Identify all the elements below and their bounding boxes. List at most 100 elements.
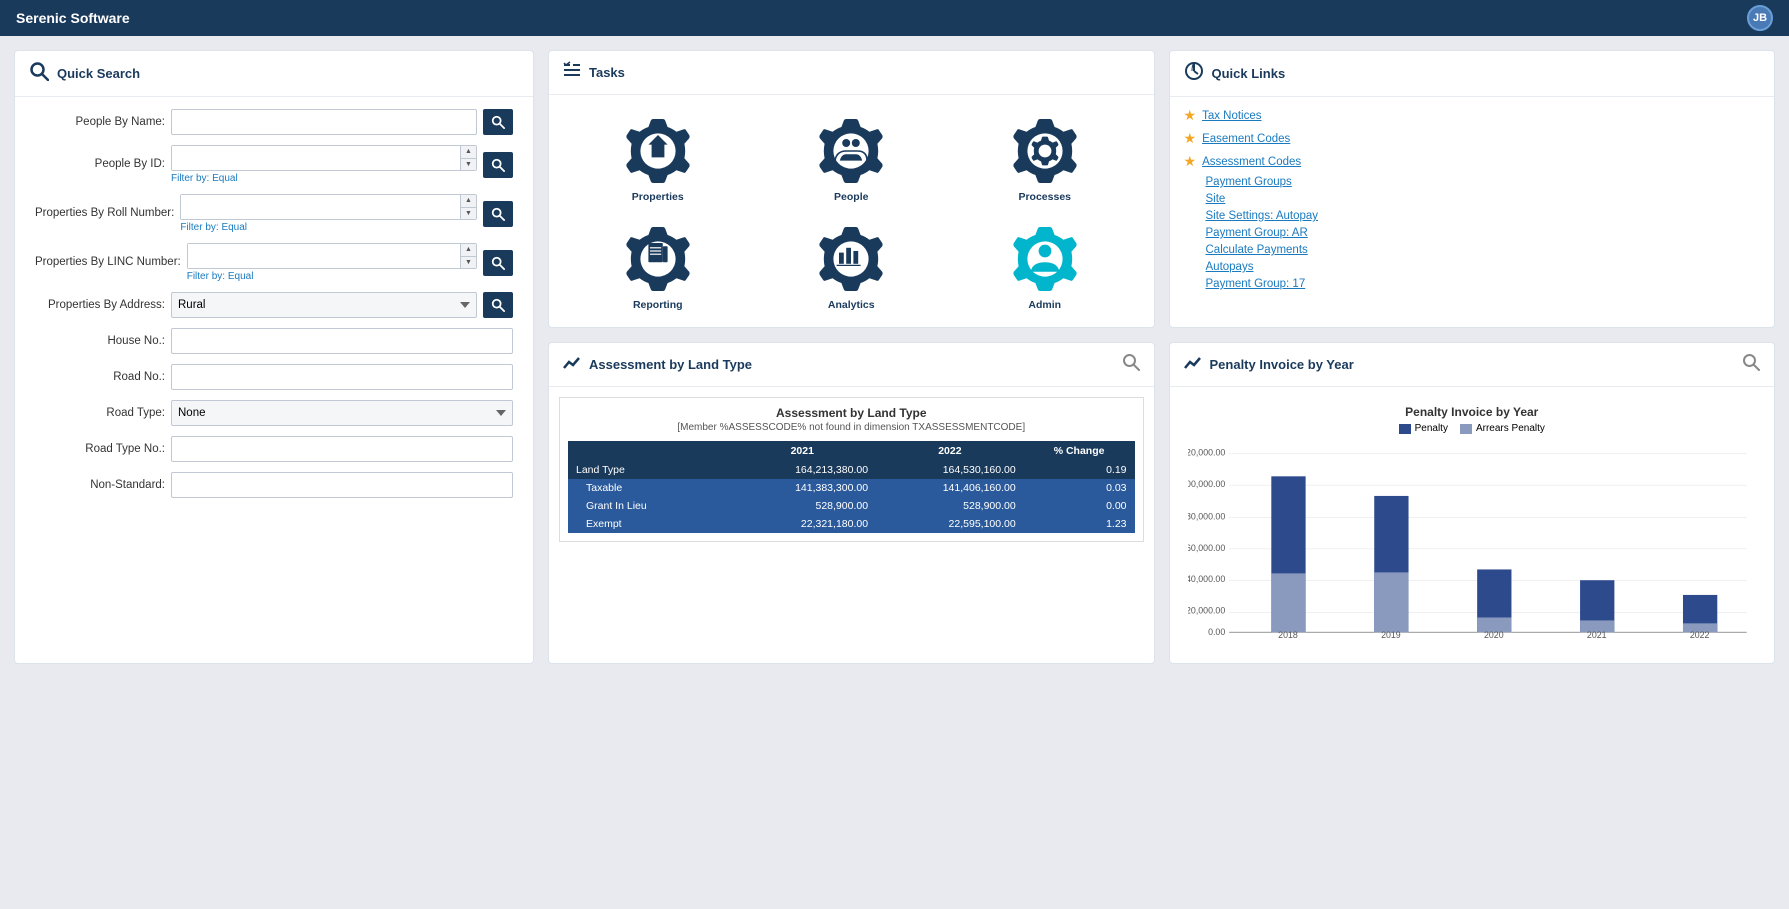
penalty-chart-heading: Penalty Invoice by Year xyxy=(1188,405,1757,419)
task-admin[interactable]: Admin xyxy=(956,219,1134,311)
house-no-label: House No.: xyxy=(35,334,165,349)
user-avatar[interactable]: JB xyxy=(1747,5,1773,31)
assessment-row-change: 0.00 xyxy=(1024,497,1135,515)
bar-label-2021: 2021 xyxy=(1586,630,1606,640)
tax-notices-link[interactable]: Tax Notices xyxy=(1202,110,1261,122)
assessment-row-2021: 164,213,380.00 xyxy=(728,461,876,479)
assessment-row-2022: 528,900.00 xyxy=(876,497,1024,515)
penalty-chart-title: Penalty Invoice by Year xyxy=(1210,357,1354,372)
assessment-search-icon[interactable] xyxy=(1122,353,1140,376)
quick-link-easement-codes[interactable]: ★ Easement Codes xyxy=(1184,130,1761,147)
properties-by-linc-row: Properties By LINC Number: ▲ ▼ Filter by… xyxy=(35,243,513,282)
quick-link-tax-notices[interactable]: ★ Tax Notices xyxy=(1184,107,1761,124)
properties-by-address-select[interactable]: Rural Urban xyxy=(171,292,477,318)
legend-arrears-color xyxy=(1460,424,1472,434)
assessment-row-2022: 22,595,100.00 xyxy=(876,515,1024,533)
road-no-input[interactable] xyxy=(171,364,513,390)
task-processes-label: Processes xyxy=(1018,191,1071,203)
quick-links-panel: Quick Links ★ Tax Notices ★ Easement Cod… xyxy=(1169,50,1776,328)
people-by-id-filter-link[interactable]: Filter by: Equal xyxy=(171,173,477,184)
task-processes[interactable]: Processes xyxy=(956,111,1134,203)
assessment-chart-icon xyxy=(563,354,581,375)
search-icon xyxy=(29,61,49,86)
assessment-row-2022: 164,530,160.00 xyxy=(876,461,1024,479)
assessment-table-container: Assessment by Land Type [Member %ASSESSC… xyxy=(559,397,1144,542)
tasks-header: Tasks xyxy=(549,51,1154,95)
properties-by-linc-input[interactable] xyxy=(188,244,460,268)
tasks-title: Tasks xyxy=(589,65,625,80)
road-type-no-input[interactable] xyxy=(171,436,513,462)
autopays-link[interactable]: Autopays xyxy=(1206,261,1761,273)
task-properties[interactable]: Properties xyxy=(569,111,747,203)
tasks-body: Properties People xyxy=(549,95,1154,327)
road-no-row: Road No.: xyxy=(35,364,513,390)
task-reporting[interactable]: Reporting xyxy=(569,219,747,311)
properties-by-linc-search-button[interactable] xyxy=(483,250,513,276)
bar-2018-arrears xyxy=(1271,573,1305,632)
site-settings-link[interactable]: Site Settings: Autopay xyxy=(1206,210,1761,222)
payment-group-17-link[interactable]: Payment Group: 17 xyxy=(1206,278,1761,290)
assessment-table-title: Assessment by Land Type xyxy=(568,406,1135,420)
quick-link-assessment-codes[interactable]: ★ Assessment Codes xyxy=(1184,153,1761,170)
penalty-bar-chart: 120,000.00 100,000.00 80,000.00 60,000.0… xyxy=(1188,442,1757,642)
task-analytics[interactable]: Analytics xyxy=(763,219,941,311)
penalty-legend: Penalty Arrears Penalty xyxy=(1188,423,1757,434)
assessment-row-label: Taxable xyxy=(568,479,728,497)
task-people-label: People xyxy=(834,191,868,203)
quick-search-body: People By Name: People By ID: ▲ ▼ xyxy=(15,97,533,520)
assessment-row-2021: 22,321,180.00 xyxy=(728,515,876,533)
people-by-name-input[interactable] xyxy=(171,109,477,135)
properties-by-address-row: Properties By Address: Rural Urban xyxy=(35,292,513,318)
properties-by-linc-spin-down[interactable]: ▼ xyxy=(461,257,476,269)
properties-by-address-search-button[interactable] xyxy=(483,292,513,318)
non-standard-label: Non-Standard: xyxy=(35,478,165,493)
quick-search-panel: Quick Search People By Name: People By I… xyxy=(14,50,534,664)
people-by-name-search-button[interactable] xyxy=(483,109,513,135)
assessment-row-change: 1.23 xyxy=(1024,515,1135,533)
task-people[interactable]: People xyxy=(763,111,941,203)
col-header-change: % Change xyxy=(1024,441,1135,461)
payment-groups-link[interactable]: Payment Groups xyxy=(1206,176,1761,188)
easement-codes-link[interactable]: Easement Codes xyxy=(1202,133,1290,145)
properties-by-roll-spin-up[interactable]: ▲ xyxy=(461,195,476,208)
properties-by-roll-filter-link[interactable]: Filter by: Equal xyxy=(180,222,477,233)
bar-label-2018: 2018 xyxy=(1278,630,1298,640)
svg-text:0.00: 0.00 xyxy=(1208,627,1225,637)
properties-by-roll-spinbox: ▲ ▼ xyxy=(180,194,477,220)
quick-links-title: Quick Links xyxy=(1212,66,1286,81)
col-header-label xyxy=(568,441,728,461)
site-link[interactable]: Site xyxy=(1206,193,1761,205)
people-by-id-spinbox: ▲ ▼ xyxy=(171,145,477,171)
task-properties-label: Properties xyxy=(632,191,684,203)
people-by-id-input[interactable] xyxy=(172,146,460,170)
penalty-search-icon[interactable] xyxy=(1742,353,1760,376)
house-no-input[interactable] xyxy=(171,328,513,354)
properties-by-roll-search-button[interactable] xyxy=(483,201,513,227)
calculate-payments-link[interactable]: Calculate Payments xyxy=(1206,244,1761,256)
properties-by-roll-label: Properties By Roll Number: xyxy=(35,206,174,221)
penalty-panel-header: Penalty Invoice by Year xyxy=(1170,343,1775,387)
properties-by-linc-spin-up[interactable]: ▲ xyxy=(461,244,476,257)
road-type-row: Road Type: None xyxy=(35,400,513,426)
quick-links-body: ★ Tax Notices ★ Easement Codes ★ Assessm… xyxy=(1170,97,1775,305)
quick-links-header: Quick Links xyxy=(1170,51,1775,97)
properties-by-linc-label: Properties By LINC Number: xyxy=(35,255,181,270)
people-by-id-search-button[interactable] xyxy=(483,152,513,178)
assessment-codes-link[interactable]: Assessment Codes xyxy=(1202,156,1301,168)
assessment-data-table: 2021 2022 % Change Land Type 164,213,380… xyxy=(568,441,1135,533)
assessment-row-2022: 141,406,160.00 xyxy=(876,479,1024,497)
assessment-table-subtitle: [Member %ASSESSCODE% not found in dimens… xyxy=(568,422,1135,433)
app-header: Serenic Software JB xyxy=(0,0,1789,36)
bar-label-2020: 2020 xyxy=(1484,630,1504,640)
people-by-id-spin-up[interactable]: ▲ xyxy=(461,146,476,159)
assessment-row-label: Exempt xyxy=(568,515,728,533)
people-by-id-spin-down[interactable]: ▼ xyxy=(461,159,476,171)
properties-by-roll-input[interactable] xyxy=(181,195,460,219)
properties-by-roll-spin-down[interactable]: ▼ xyxy=(461,208,476,220)
non-standard-input[interactable] xyxy=(171,472,513,498)
payment-group-ar-link[interactable]: Payment Group: AR xyxy=(1206,227,1761,239)
properties-by-linc-filter-link[interactable]: Filter by: Equal xyxy=(187,271,477,282)
road-type-select[interactable]: None xyxy=(171,400,513,426)
road-type-no-label: Road Type No.: xyxy=(35,442,165,457)
svg-text:100,000.00: 100,000.00 xyxy=(1188,479,1225,489)
